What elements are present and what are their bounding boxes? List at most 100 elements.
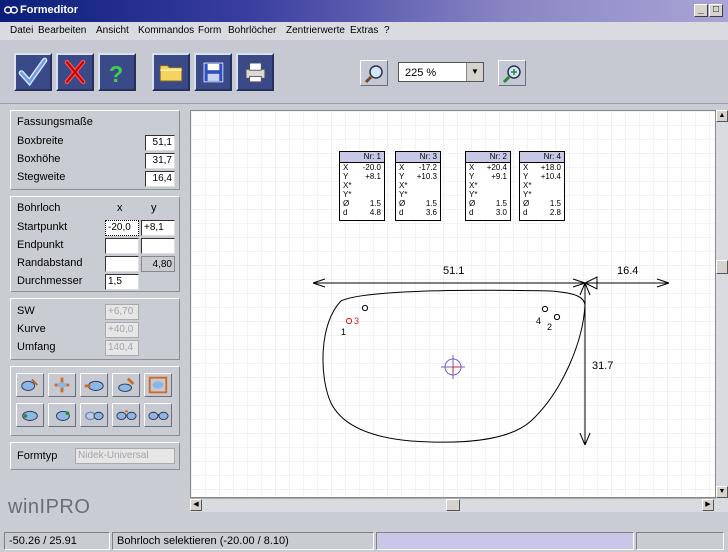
height-label: 31.7 — [592, 360, 613, 372]
menu-form[interactable]: Form — [198, 25, 221, 36]
fassung-title: Fassungsmaße — [17, 116, 93, 128]
lens-icon — [22, 410, 38, 421]
magnifier-plus-icon — [502, 65, 521, 84]
end-y-field[interactable] — [141, 238, 175, 254]
randabstand-readout: 4,80 — [141, 256, 175, 272]
save-button[interactable] — [194, 53, 232, 91]
brand-logo: winIPRO — [8, 496, 91, 518]
status-coords: -50.26 / 25.91 — [4, 532, 110, 550]
menu-datei[interactable]: Datei — [10, 25, 33, 36]
stegweite-label: Stegweite — [17, 171, 66, 183]
rotate-icon — [54, 377, 70, 393]
status-progress — [376, 532, 634, 550]
checkmark-icon — [18, 57, 48, 87]
open-button[interactable] — [152, 53, 190, 91]
menu-bohrloecher[interactable]: Bohrlöcher — [228, 25, 276, 36]
frame-icon — [148, 376, 168, 394]
hole-table-title: Nr: 2 — [466, 152, 510, 163]
sw-group: SW +6,70 Kurve +40,0 Umfang 140,4 — [10, 298, 180, 360]
zoom-value: 225 % — [405, 67, 437, 79]
hole-table-title: Nr: 1 — [340, 152, 384, 163]
stretch-icon — [84, 380, 104, 391]
menu-extras[interactable]: Extras — [350, 25, 378, 36]
drawing-canvas[interactable]: 51.1 16.4 31.7 1 3 4 2 Nr: 1 X -20.0 Y +8.… — [190, 110, 716, 498]
status-message: Bohrloch selektieren (-20.00 / 8.10) — [112, 532, 374, 550]
hole-table-1: Nr: 1 X -20.0 Y +8.1 X* Y* Ø 1.5 d 4.8 — [339, 151, 385, 221]
hole-table-title: Nr: 3 — [396, 152, 440, 163]
menu-help[interactable]: ? — [384, 25, 390, 36]
vertical-scroll-thumb[interactable] — [716, 260, 728, 274]
hole-label-4: 4 — [536, 316, 541, 326]
menu-ansicht[interactable]: Ansicht — [96, 25, 129, 36]
ok-button[interactable] — [14, 53, 52, 91]
tool-rotate-button[interactable] — [48, 373, 76, 397]
formtyp-field: Nidek-Universal — [75, 448, 175, 464]
tool-glasses-button[interactable] — [144, 403, 172, 427]
app-icon — [4, 6, 18, 14]
cancel-button[interactable] — [56, 53, 94, 91]
status-bar: -50.26 / 25.91 Bohrloch selektieren (-20… — [0, 530, 728, 552]
width-label: 51.1 — [443, 265, 464, 277]
help-button[interactable]: ? — [98, 53, 136, 91]
status-extra — [636, 532, 724, 550]
boxbreite-field[interactable]: 51,1 — [145, 135, 175, 151]
stegweite-field[interactable]: 16,4 — [145, 171, 175, 187]
randabstand-field[interactable] — [105, 256, 139, 272]
window-title: Formeditor — [20, 4, 79, 16]
magnifier-icon — [364, 65, 383, 84]
start-y-field[interactable]: +8,1 — [141, 220, 175, 236]
title-bar: Formeditor _ □ — [0, 0, 728, 22]
hole-table-2: Nr: 2 X +20.4 Y +9.1 X* Y* Ø 1.5 d 3.0 — [465, 151, 511, 221]
hole-table-4: Nr: 4 X +18.0 Y +10.4 X* Y* Ø 1.5 d 2.8 — [519, 151, 565, 221]
tool-move-button[interactable] — [16, 373, 44, 397]
glasses-icon — [148, 411, 169, 421]
svg-text:?: ? — [109, 61, 123, 87]
tool-frame-button[interactable] — [144, 373, 172, 397]
scroll-left-arrow-icon[interactable]: ◀ — [190, 499, 202, 511]
grid-background — [191, 111, 715, 497]
menu-zentrierwerte[interactable]: Zentrierwerte — [286, 25, 345, 36]
vertical-scrollbar[interactable]: ▲ ▼ — [716, 110, 728, 512]
fassung-group: Fassungsmaße Boxbreite 51,1 Boxhöhe 31,7… — [10, 110, 180, 190]
start-x-field[interactable]: -20,0 — [105, 220, 139, 236]
tool-lens-button[interactable] — [16, 403, 44, 427]
tools-group — [10, 366, 180, 436]
tool-stretch-button[interactable] — [80, 373, 108, 397]
umfang-field: 140,4 — [105, 340, 139, 356]
menu-kommandos[interactable]: Kommandos — [138, 25, 194, 36]
scroll-up-arrow-icon[interactable]: ▲ — [716, 110, 728, 122]
durchmesser-field[interactable]: 1,5 — [105, 274, 139, 290]
print-button[interactable] — [236, 53, 274, 91]
horizontal-scroll-thumb[interactable] — [446, 499, 460, 511]
hole-table-3: Nr: 3 X -17.2 Y +10.3 X* Y* Ø 1.5 d 3.6 — [395, 151, 441, 221]
zoom-fit-button[interactable] — [498, 60, 526, 86]
toolbar: ? 225 % ▼ — [0, 40, 728, 104]
bridge-icon — [116, 410, 137, 421]
scroll-down-arrow-icon[interactable]: ▼ — [716, 486, 728, 498]
endpunkt-label: Endpunkt — [17, 239, 64, 251]
randabstand-label: Randabstand — [17, 257, 83, 269]
scale-icon — [118, 377, 135, 392]
formtyp-group: Formtyp Nidek-Universal — [10, 442, 180, 470]
tool-scale-button[interactable] — [112, 373, 140, 397]
boxhoehe-field[interactable]: 31,7 — [145, 153, 175, 169]
maximize-button[interactable]: □ — [709, 4, 723, 17]
floppy-icon — [203, 62, 224, 83]
zoom-button[interactable] — [360, 60, 388, 86]
red-x-icon — [64, 59, 86, 85]
durchmesser-label: Durchmesser — [17, 275, 83, 287]
tool-hole-button[interactable] — [48, 403, 76, 427]
menu-bearbeiten[interactable]: Bearbeiten — [38, 25, 86, 36]
x-header: x — [117, 202, 123, 214]
minimize-button[interactable]: _ — [694, 4, 708, 17]
scroll-right-arrow-icon[interactable]: ▶ — [702, 499, 714, 511]
zoom-select[interactable]: 225 % ▼ — [398, 62, 484, 82]
end-x-field[interactable] — [105, 238, 139, 254]
bohrloch-title: Bohrloch — [17, 202, 61, 214]
horizontal-scrollbar[interactable]: ◀ ▶ — [190, 498, 716, 512]
tool-bridge-button[interactable] — [112, 403, 140, 427]
tool-mirror-button[interactable] — [80, 403, 108, 427]
chevron-down-icon[interactable]: ▼ — [466, 63, 483, 81]
shape-drawing[interactable]: 51.1 16.4 31.7 1 3 4 2 — [191, 111, 716, 498]
sw-field: +6,70 — [105, 304, 139, 320]
